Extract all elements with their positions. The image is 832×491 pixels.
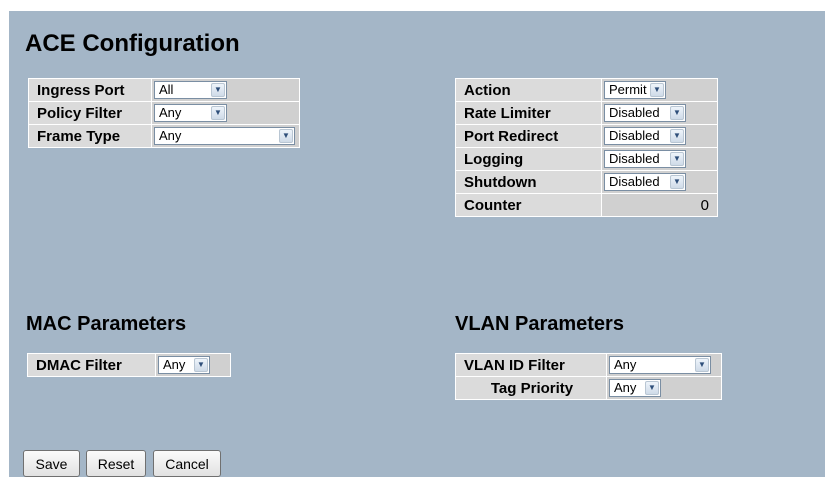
- action-value: Permit: [609, 82, 647, 98]
- ace-config-table: Ingress Port All ▼ Policy Filter Any ▼ F…: [28, 78, 300, 148]
- shutdown-label: Shutdown: [456, 171, 601, 193]
- dmac-filter-cell: Any ▼: [156, 354, 230, 376]
- ace-action-table: Action Permit ▼ Rate Limiter Disabled ▼ …: [455, 78, 718, 217]
- tag-priority-label: Tag Priority: [456, 377, 606, 399]
- vlan-parameters-table: VLAN ID Filter Any ▼ Tag Priority Any ▼: [455, 353, 722, 400]
- action-label: Action: [456, 79, 601, 101]
- chevron-down-icon[interactable]: ▼: [211, 106, 225, 121]
- logging-label: Logging: [456, 148, 601, 170]
- port-redirect-value: Disabled: [609, 128, 660, 144]
- dmac-filter-select[interactable]: Any ▼: [158, 356, 210, 375]
- tag-priority-value: Any: [614, 380, 637, 396]
- chevron-down-icon[interactable]: ▼: [670, 106, 684, 121]
- port-redirect-label: Port Redirect: [456, 125, 601, 147]
- ingress-port-label: Ingress Port: [29, 79, 151, 101]
- tag-priority-cell: Any ▼: [607, 377, 721, 399]
- action-cell: Permit ▼: [602, 79, 717, 101]
- vlan-id-filter-select[interactable]: Any ▼: [609, 356, 711, 375]
- vlan-id-filter-cell: Any ▼: [607, 354, 721, 376]
- chevron-down-icon[interactable]: ▼: [650, 83, 664, 98]
- table-row: Counter 0: [456, 194, 717, 216]
- chevron-down-icon[interactable]: ▼: [670, 152, 684, 167]
- port-redirect-select[interactable]: Disabled ▼: [604, 127, 686, 146]
- shutdown-select[interactable]: Disabled ▼: [604, 173, 686, 192]
- policy-filter-cell: Any ▼: [152, 102, 299, 124]
- chevron-down-icon[interactable]: ▼: [279, 129, 293, 144]
- config-page: ACE Configuration Ingress Port All ▼ Pol…: [9, 11, 825, 477]
- logging-cell: Disabled ▼: [602, 148, 717, 170]
- frame-type-label: Frame Type: [29, 125, 151, 147]
- cancel-button[interactable]: Cancel: [153, 450, 221, 477]
- rate-limiter-value: Disabled: [609, 105, 660, 121]
- table-row: Logging Disabled ▼: [456, 148, 717, 170]
- ingress-port-cell: All ▼: [152, 79, 299, 101]
- chevron-down-icon[interactable]: ▼: [670, 129, 684, 144]
- action-select[interactable]: Permit ▼: [604, 81, 666, 100]
- policy-filter-value: Any: [159, 105, 182, 121]
- chevron-down-icon[interactable]: ▼: [211, 83, 225, 98]
- policy-filter-label: Policy Filter: [29, 102, 151, 124]
- rate-limiter-cell: Disabled ▼: [602, 102, 717, 124]
- mac-parameters-table: DMAC Filter Any ▼: [27, 353, 231, 377]
- shutdown-value: Disabled: [609, 174, 660, 190]
- tag-priority-select[interactable]: Any ▼: [609, 379, 661, 398]
- table-row: Action Permit ▼: [456, 79, 717, 101]
- frame-type-cell: Any ▼: [152, 125, 299, 147]
- counter-label: Counter: [456, 194, 601, 216]
- vlan-parameters-heading: VLAN Parameters: [455, 313, 624, 335]
- logging-select[interactable]: Disabled ▼: [604, 150, 686, 169]
- vlan-id-filter-label: VLAN ID Filter: [456, 354, 606, 376]
- logging-value: Disabled: [609, 151, 660, 167]
- policy-filter-select[interactable]: Any ▼: [154, 104, 227, 123]
- port-redirect-cell: Disabled ▼: [602, 125, 717, 147]
- table-row: Policy Filter Any ▼: [29, 102, 299, 124]
- rate-limiter-label: Rate Limiter: [456, 102, 601, 124]
- ingress-port-value: All: [159, 82, 174, 98]
- table-row: Port Redirect Disabled ▼: [456, 125, 717, 147]
- table-row: VLAN ID Filter Any ▼: [456, 354, 721, 376]
- mac-parameters-heading: MAC Parameters: [26, 313, 187, 335]
- reset-button[interactable]: Reset: [86, 450, 146, 477]
- frame-type-value: Any: [159, 128, 182, 144]
- frame-type-select[interactable]: Any ▼: [154, 127, 295, 146]
- dmac-filter-label: DMAC Filter: [28, 354, 155, 376]
- page-title: ACE Configuration: [25, 30, 240, 57]
- shutdown-cell: Disabled ▼: [602, 171, 717, 193]
- counter-value: 0: [602, 194, 717, 216]
- table-row: Tag Priority Any ▼: [456, 377, 721, 399]
- ingress-port-select[interactable]: All ▼: [154, 81, 227, 100]
- table-row: Ingress Port All ▼: [29, 79, 299, 101]
- table-row: Rate Limiter Disabled ▼: [456, 102, 717, 124]
- save-button[interactable]: Save: [23, 450, 80, 477]
- table-row: DMAC Filter Any ▼: [28, 354, 230, 376]
- rate-limiter-select[interactable]: Disabled ▼: [604, 104, 686, 123]
- vlan-id-filter-value: Any: [614, 357, 637, 373]
- table-row: Frame Type Any ▼: [29, 125, 299, 147]
- chevron-down-icon[interactable]: ▼: [670, 175, 684, 190]
- chevron-down-icon[interactable]: ▼: [645, 381, 659, 396]
- chevron-down-icon[interactable]: ▼: [695, 358, 709, 373]
- dmac-filter-value: Any: [163, 357, 186, 373]
- table-row: Shutdown Disabled ▼: [456, 171, 717, 193]
- chevron-down-icon[interactable]: ▼: [194, 358, 208, 373]
